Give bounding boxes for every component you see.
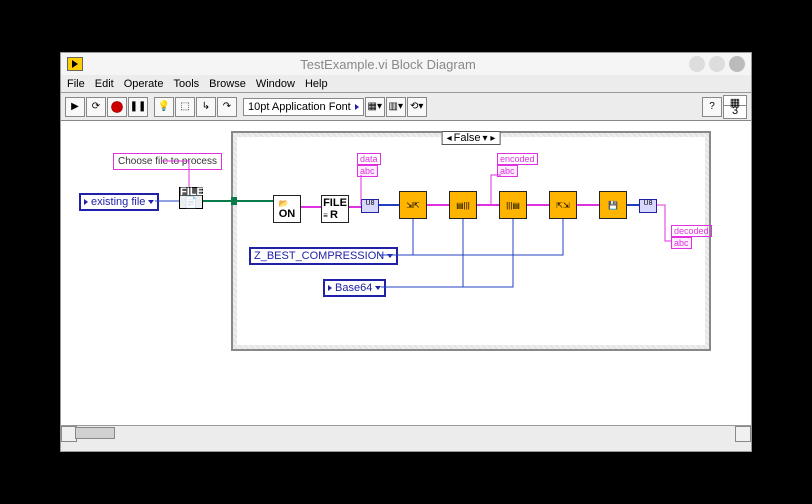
zlib-deflate-node[interactable]: ⇲⇱: [399, 191, 427, 219]
ring-glyph-icon: [84, 199, 88, 205]
case-inner: [237, 137, 705, 345]
ring-constant-existing-file[interactable]: existing file: [79, 193, 159, 211]
ring-text: existing file: [91, 196, 145, 208]
chevron-down-icon: [375, 286, 381, 290]
toolbar: ▶ ⟳ ❚❚ 💡 ⬚ ↳ ↷ 10pt Application Font ▦▾ …: [61, 93, 751, 121]
app-icon: [67, 57, 83, 71]
minimize-button[interactable]: [689, 56, 705, 72]
ring-glyph-icon: [328, 285, 332, 291]
reorder-button[interactable]: ⟲▾: [407, 97, 427, 117]
font-selector[interactable]: 10pt Application Font: [243, 98, 364, 116]
abort-button[interactable]: [107, 97, 127, 117]
run-button[interactable]: ▶: [65, 97, 85, 117]
open-file-node[interactable]: 📂ON: [273, 195, 301, 223]
horizontal-scrollbar[interactable]: [61, 425, 751, 439]
menu-browse[interactable]: Browse: [209, 78, 246, 90]
connector-pane[interactable]: ▦ 3: [723, 95, 747, 119]
chevron-down-icon: [148, 200, 154, 204]
base64-encode-node[interactable]: ▤|||: [449, 191, 477, 219]
font-label: 10pt Application Font: [248, 101, 351, 113]
file-tab-label: FILE: [180, 188, 202, 196]
chevron-down-icon: [387, 254, 393, 258]
block-diagram-canvas[interactable]: Choose file to process existing file FIL…: [61, 121, 751, 425]
menu-help[interactable]: Help: [305, 78, 328, 90]
u8-to-string-node[interactable]: U8: [639, 199, 657, 213]
menu-edit[interactable]: Edit: [95, 78, 114, 90]
label-data: data: [357, 153, 381, 165]
scroll-thumb[interactable]: [75, 427, 115, 439]
ring-text: Base64: [335, 282, 372, 294]
pause-button[interactable]: ❚❚: [128, 97, 148, 117]
menu-operate[interactable]: Operate: [124, 78, 164, 90]
help-toolbar-button[interactable]: ?: [702, 97, 722, 117]
menu-tools[interactable]: Tools: [173, 78, 199, 90]
ring-text: Z_BEST_COMPRESSION: [254, 250, 384, 262]
maximize-button[interactable]: [709, 56, 725, 72]
app-window: TestExample.vi Block Diagram File Edit O…: [60, 52, 752, 452]
highlight-button[interactable]: 💡: [154, 97, 174, 117]
distribute-button[interactable]: ▥▾: [386, 97, 406, 117]
connector-count: 3: [724, 106, 746, 116]
label-decoded: decoded: [671, 225, 712, 237]
ring-constant-base64[interactable]: Base64: [323, 279, 386, 297]
file-dialog-node[interactable]: FILE📄: [179, 187, 203, 209]
case-structure[interactable]: ◂ False ▾ ▸: [231, 131, 711, 351]
step-over-button[interactable]: ↷: [217, 97, 237, 117]
run-cont-button[interactable]: ⟳: [86, 97, 106, 117]
indicator-encoded[interactable]: abc: [497, 165, 518, 177]
align-button[interactable]: ▦▾: [365, 97, 385, 117]
string-to-u8-node[interactable]: U8: [361, 199, 379, 213]
case-selector[interactable]: ◂ False ▾ ▸: [442, 131, 501, 145]
window-title: TestExample.vi Block Diagram: [91, 57, 685, 72]
menu-file[interactable]: File: [67, 78, 85, 90]
chevron-down-icon: [355, 104, 359, 110]
free-label-choose: Choose file to process: [113, 153, 222, 170]
zlib-inflate-node[interactable]: ⇱⇲: [549, 191, 577, 219]
indicator-decoded[interactable]: abc: [671, 237, 692, 249]
ring-constant-compression[interactable]: Z_BEST_COMPRESSION: [249, 247, 398, 265]
label-encoded: encoded: [497, 153, 538, 165]
close-button[interactable]: [729, 56, 745, 72]
step-into-button[interactable]: ↳: [196, 97, 216, 117]
retain-button[interactable]: ⬚: [175, 97, 195, 117]
title-bar: TestExample.vi Block Diagram: [61, 53, 751, 75]
case-value: False: [454, 132, 481, 144]
write-file-node[interactable]: 💾: [599, 191, 627, 219]
indicator-data[interactable]: abc: [357, 165, 378, 177]
menu-bar: File Edit Operate Tools Browse Window He…: [61, 75, 751, 93]
read-file-node[interactable]: FILE≡ R: [321, 195, 349, 223]
base64-decode-node[interactable]: |||▤: [499, 191, 527, 219]
menu-window[interactable]: Window: [256, 78, 295, 90]
